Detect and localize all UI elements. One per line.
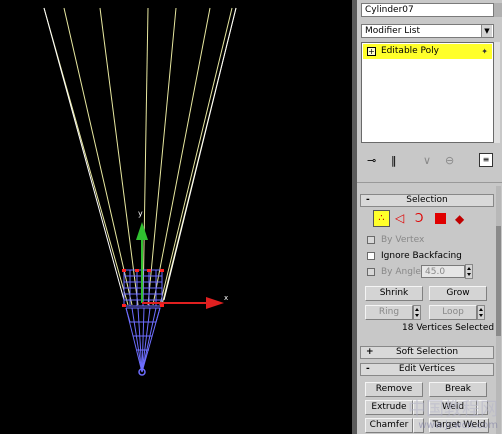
watermark-cn: 中国教程网 <box>408 399 498 420</box>
loop-spinner[interactable] <box>477 305 485 320</box>
axis-y-label: y <box>138 209 143 218</box>
chevron-down-icon: ▼ <box>481 25 492 37</box>
edit-vertices-rollout-title: Edit Vertices <box>398 364 456 374</box>
panel-scrollbar-thumb[interactable] <box>496 226 501 336</box>
selection-rollout-title: Selection <box>406 195 448 205</box>
modifier-list-dropdown[interactable]: Modifier List ▼ <box>361 24 494 38</box>
edge-icon[interactable]: ◁ <box>395 211 404 225</box>
border-icon[interactable]: Ͻ <box>415 211 423 225</box>
vertex-icon[interactable]: ∴ <box>373 210 390 227</box>
modifier-stack: + Editable Poly ✦ <box>361 42 494 143</box>
soft-selection-rollout-header[interactable]: + Soft Selection <box>360 346 494 359</box>
ignore-backfacing-checkbox[interactable] <box>367 252 375 260</box>
by-vertex-checkbox[interactable] <box>367 236 375 244</box>
element-icon[interactable]: ◆ <box>455 212 464 226</box>
make-unique-icon[interactable]: ∨ <box>423 154 431 167</box>
break-button[interactable]: Break <box>429 382 487 397</box>
subobject-level-bar: ∴ ◁ Ͻ ◆ <box>373 210 483 228</box>
stack-scrollbar[interactable] <box>494 42 500 143</box>
watermark: 中国教程网 www.jcwcn.com <box>358 400 498 432</box>
cone-edges-white <box>43 7 237 301</box>
by-angle-input[interactable]: 45.0 <box>421 265 465 278</box>
by-angle-spinner[interactable] <box>465 264 473 279</box>
axis-x-label: x <box>224 294 228 302</box>
selection-rollout-header[interactable]: - Selection <box>360 194 494 207</box>
pin-stack-icon[interactable]: ⊸ <box>367 154 376 167</box>
shrink-button[interactable]: Shrink <box>365 286 423 301</box>
expand-icon: + <box>366 347 374 357</box>
command-panel: Cylinder07 Modifier List ▼ + Editable Po… <box>357 0 502 434</box>
expand-icon[interactable]: + <box>367 47 376 56</box>
by-vertex-label: By Vertex <box>381 235 425 245</box>
cone-tip-mesh <box>125 307 161 373</box>
viewport[interactable]: y x <box>0 0 352 434</box>
remove-button[interactable]: Remove <box>365 382 423 397</box>
collapse-icon: - <box>366 195 370 205</box>
ring-button[interactable]: Ring <box>365 305 413 320</box>
sparkle-icon: ✦ <box>481 47 488 56</box>
stack-item-editable-poly[interactable]: + Editable Poly ✦ <box>363 44 492 59</box>
edit-vertices-rollout-header[interactable]: - Edit Vertices <box>360 363 494 376</box>
loop-button[interactable]: Loop <box>429 305 477 320</box>
by-angle-checkbox[interactable] <box>367 268 375 276</box>
stack-toolbar: ⊸ ‖ ∨ ⊖ ≡ <box>361 152 497 174</box>
selection-status: 18 Vertices Selected <box>402 323 495 333</box>
soft-selection-rollout-title: Soft Selection <box>395 347 459 357</box>
viewport-mesh: y x <box>43 7 237 376</box>
grow-button[interactable]: Grow <box>429 286 487 301</box>
configure-modifier-sets-icon[interactable]: ≡ <box>479 153 493 167</box>
object-color-swatch[interactable] <box>494 3 502 17</box>
ring-spinner[interactable] <box>413 305 421 320</box>
ignore-backfacing-label: Ignore Backfacing <box>381 251 462 261</box>
collapse-icon: - <box>366 364 370 374</box>
watermark-url: www.jcwcn.com <box>418 420 498 431</box>
show-end-result-icon[interactable]: ‖ <box>391 154 397 167</box>
modifier-list-label: Modifier List <box>365 26 420 36</box>
panel-scrollbar[interactable] <box>496 186 501 434</box>
cone-wireframe <box>43 7 237 306</box>
polygon-icon[interactable] <box>435 213 446 224</box>
by-angle-label: By Angle: <box>381 267 425 277</box>
object-name-field[interactable]: Cylinder07 <box>361 3 494 17</box>
remove-modifier-icon[interactable]: ⊖ <box>445 154 454 167</box>
stack-item-label: Editable Poly <box>381 46 439 56</box>
